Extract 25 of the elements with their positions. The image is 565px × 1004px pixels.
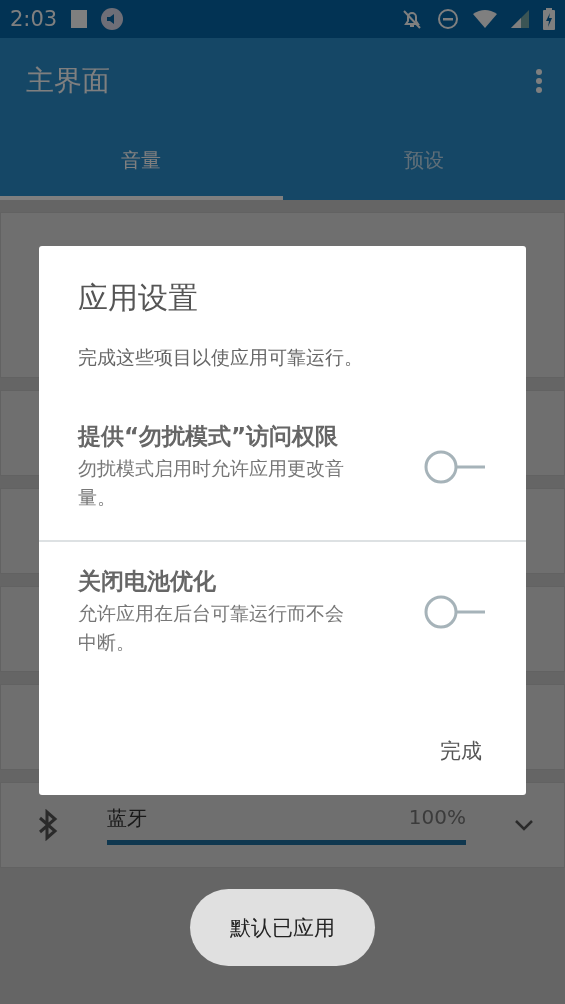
chevron-down-icon[interactable]	[514, 819, 534, 831]
dialog-message: 完成这些项目以使应用可靠运行。	[77, 345, 364, 370]
toast-message: 默认已应用	[190, 889, 375, 966]
setting-description: 允许应用在后台可靠运行而不会中断。	[78, 601, 345, 655]
bluetooth-icon	[37, 809, 59, 841]
toggle-switch[interactable]	[423, 593, 487, 630]
toggle-switch[interactable]	[423, 448, 487, 485]
dialog-title: 应用设置	[77, 279, 199, 317]
status-time: 2:03	[10, 7, 58, 31]
more-menu-icon[interactable]	[535, 68, 543, 94]
volume-slider[interactable]	[107, 840, 466, 845]
do-not-disturb-icon	[437, 8, 459, 30]
setting-title: 提供“勿扰模式”访问权限	[78, 422, 340, 451]
app-title: 主界面	[26, 63, 111, 99]
done-button[interactable]: 完成	[428, 729, 494, 773]
volume-label: 蓝牙	[107, 805, 148, 832]
tab[interactable]: 预设	[282, 124, 565, 200]
tab[interactable]: 音量	[0, 124, 283, 200]
wifi-icon	[473, 10, 497, 28]
notifications-off-icon	[401, 8, 423, 30]
setting-title: 关闭电池优化	[78, 567, 217, 596]
setting-description: 勿扰模式启用时允许应用更改音量。	[78, 456, 345, 510]
volume-icon	[101, 8, 124, 30]
signal-icon	[511, 10, 529, 28]
battery-icon	[543, 8, 555, 30]
